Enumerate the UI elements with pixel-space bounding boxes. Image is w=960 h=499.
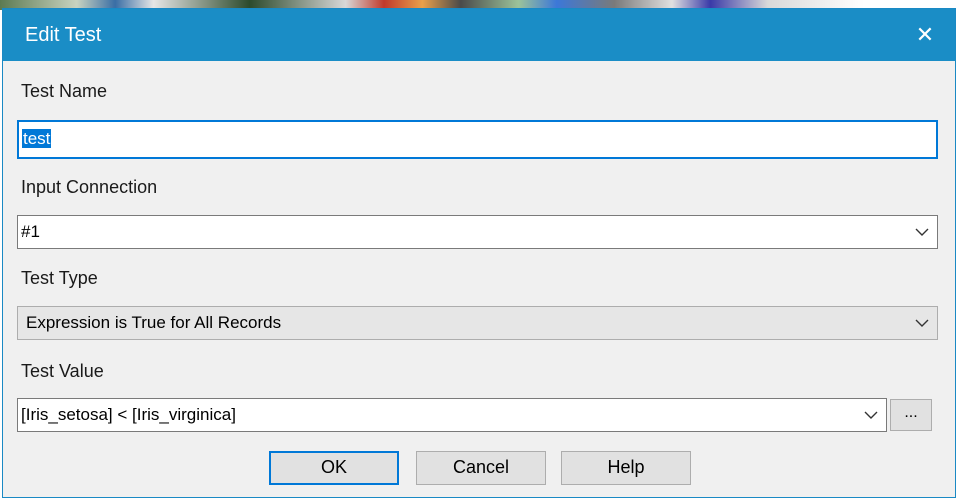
chevron-down-icon bbox=[864, 411, 878, 419]
ok-button[interactable]: OK bbox=[269, 451, 399, 485]
cancel-button[interactable]: Cancel bbox=[416, 451, 546, 485]
edit-test-dialog: Edit Test ✕ Test Name test Input Connect… bbox=[2, 8, 956, 498]
input-connection-select[interactable]: #1 bbox=[17, 215, 938, 249]
input-connection-label: Input Connection bbox=[21, 177, 158, 197]
chevron-down-icon bbox=[915, 228, 929, 236]
test-type-label: Test Type bbox=[21, 268, 98, 288]
close-button[interactable]: ✕ bbox=[895, 9, 955, 61]
test-name-value: test bbox=[22, 129, 52, 148]
test-type-value: Expression is True for All Records bbox=[26, 313, 282, 332]
close-icon: ✕ bbox=[915, 22, 935, 47]
input-connection-value: #1 bbox=[21, 222, 40, 241]
test-type-select[interactable]: Expression is True for All Records bbox=[17, 306, 938, 340]
test-name-label: Test Name bbox=[21, 81, 108, 101]
dialog-title: Edit Test bbox=[25, 24, 102, 46]
help-button[interactable]: Help bbox=[561, 451, 691, 485]
expression-builder-button[interactable]: ... bbox=[890, 399, 932, 431]
chevron-down-icon bbox=[915, 319, 929, 327]
dialog-titlebar[interactable]: Edit Test ✕ bbox=[3, 9, 955, 61]
test-name-input[interactable]: test bbox=[17, 120, 938, 159]
test-value-label: Test Value bbox=[21, 361, 104, 381]
test-value-value: [Iris_setosa] < [Iris_virginica] bbox=[21, 405, 236, 424]
test-value-combobox[interactable]: [Iris_setosa] < [Iris_virginica] bbox=[17, 398, 887, 432]
